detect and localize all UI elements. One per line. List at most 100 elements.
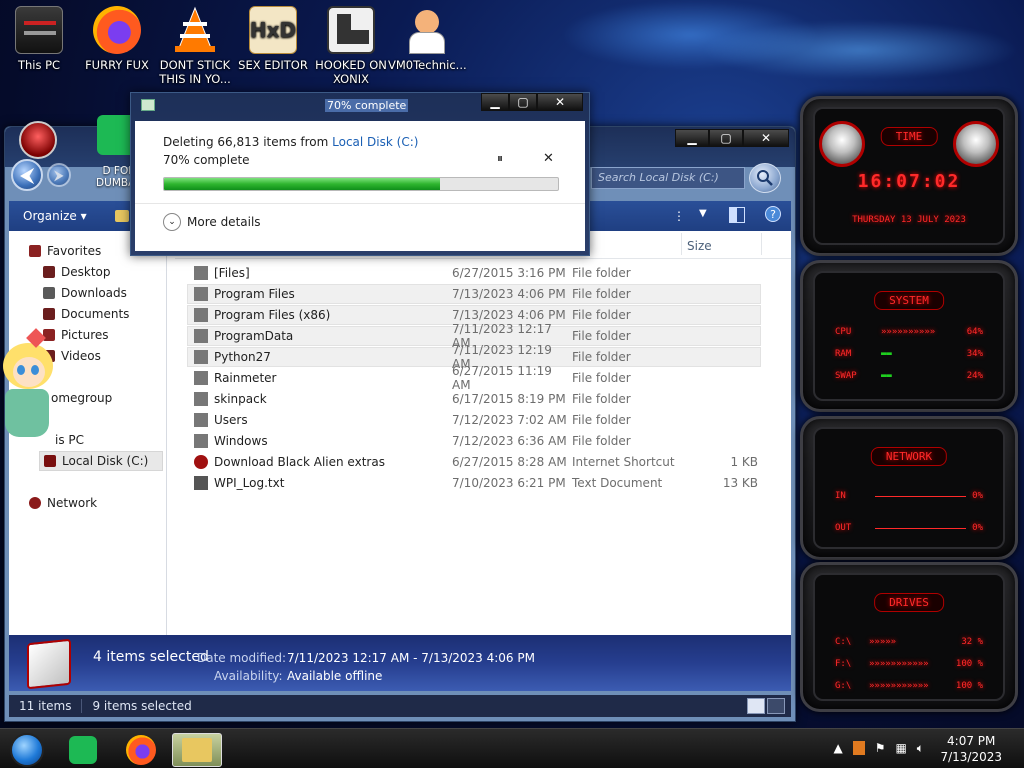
taskbar-spotify[interactable] [58,733,108,767]
desktop-icon-label: HOOKED ON XONIX [315,58,387,86]
drive-icon [44,455,56,467]
drives-gadget[interactable]: DRIVES C:\ »»»»» 32 % F:\ »»»»»»»»»»» 10… [800,562,1018,712]
cancel-button[interactable]: ✕ [543,151,554,166]
file-row[interactable]: [Files] 6/27/2015 3:16 PM File folder [187,263,761,283]
selected-status: 9 items selected [92,699,192,713]
nav-favorites[interactable]: Favorites [29,241,101,261]
time-panel: TIME 16:07:02 THURSDAY 13 JULY 2023 [813,107,1005,245]
status-bar: 11 items 9 items selected [9,695,791,717]
view-options-icon[interactable]: ⋮ [673,209,685,223]
back-button[interactable]: ⮜ [11,159,43,191]
date-modified-label: Date modified: [197,651,287,665]
start-button[interactable] [2,733,52,767]
desktop-icon-this-pc[interactable]: This PC [0,6,78,72]
taskbar-firefox[interactable] [116,733,166,767]
desktop-icon-vm0tech[interactable]: VM0Technic... [388,6,467,72]
maximize-button[interactable]: ▢ [709,129,743,147]
close-button[interactable]: ✕ [743,129,789,147]
folder-icon [194,434,208,448]
desktop-icon-hxd[interactable]: HxD SEX EDITOR [234,6,312,72]
nav-local-disk[interactable]: Local Disk (C:) [39,451,163,471]
folder-icon [182,738,212,762]
search-button[interactable] [749,163,781,193]
file-row[interactable]: WPI_Log.txt 7/10/2023 6:21 PM Text Documen… [187,473,761,493]
dialog-close-button[interactable]: ✕ [537,93,583,111]
dialog-minimize-button[interactable]: ▁ [481,93,509,111]
large-icons-view-button[interactable] [767,698,785,714]
view-dropdown-icon[interactable]: ▼ [699,208,707,219]
file-name: Rainmeter [214,371,277,385]
more-details-toggle[interactable]: ⌄ More details [163,213,261,231]
ram-bar: ▬▬ [881,349,892,359]
file-row[interactable]: Download Black Alien extras 6/27/2015 8:2… [187,452,761,472]
preview-pane-icon[interactable] [729,207,745,223]
drive-value: 32 % [961,637,983,647]
nav-downloads[interactable]: Downloads [43,283,127,303]
cpu-label: CPU [835,327,852,337]
file-type: File folder [572,329,631,343]
file-date: 6/27/2015 11:19 AM [452,364,552,392]
details-view-button[interactable] [747,698,765,714]
folder-icon [194,308,208,322]
minimize-button[interactable]: ▁ [675,129,709,147]
taskbar-clock[interactable]: 4:07 PM 7/13/2023 [940,733,1002,765]
network-gadget[interactable]: NETWORK IN 0% OUT 0% [800,416,1018,560]
file-row[interactable]: Program Files 7/13/2023 4:06 PM File folde… [187,284,761,304]
nav-network[interactable]: Network [29,493,97,513]
file-date: 7/10/2023 6:21 PM [452,476,566,490]
nav-label: Documents [61,307,130,321]
spotify-icon [69,736,97,764]
dialog-maximize-button[interactable]: ▢ [509,93,537,111]
file-date: 6/27/2015 3:16 PM [452,266,566,280]
destination-link[interactable]: Local Disk (C:) [332,135,418,149]
desktop-icon-label: This PC [17,58,61,72]
nav-documents[interactable]: Documents [43,304,129,324]
out-graph [875,523,967,529]
file-name: skinpack [214,392,267,406]
column-size-header[interactable]: Size [687,239,712,253]
desktop-icon-firefox[interactable]: FURRY FUX [78,6,156,72]
nav-label: Local Disk (C:) [62,454,149,468]
file-row[interactable]: skinpack 6/17/2015 8:19 PM File folder [187,389,761,409]
folder-toolbar-icon[interactable] [114,210,129,222]
time-gadget[interactable]: TIME 16:07:02 THURSDAY 13 JULY 2023 [800,96,1018,256]
pause-button[interactable]: ⏸ [497,151,503,166]
file-row[interactable]: Users 7/12/2023 7:02 AM File folder [187,410,761,430]
ram-row: RAM ▬▬ 34% [835,349,983,359]
file-date: 7/13/2023 4:06 PM [452,308,566,322]
gadget-clock: 16:07:02 [857,171,961,192]
forward-button[interactable]: ⮞ [47,163,71,187]
flag-icon[interactable]: ⚑ [875,741,886,756]
delete-progress-dialog[interactable]: 70% complete ▁ ▢ ✕ Deleting 66,813 items… [130,92,590,256]
system-gadget[interactable]: SYSTEM CPU »»»»»»»»»» 64% RAM ▬▬ 34% SWA… [800,260,1018,412]
desktop-icon-vlc[interactable]: DONT STICK THIS IN YO... [156,6,234,86]
network-title: NETWORK [870,447,948,466]
help-icon[interactable]: ? [765,206,781,222]
alien-desktop-icon[interactable] [19,121,57,159]
volume-icon[interactable]: 🔈︎ [917,741,924,756]
swap-bar: ▬▬ [881,371,892,381]
file-row[interactable]: Windows 7/12/2023 6:36 AM File folder [187,431,761,451]
network-panel: NETWORK IN 0% OUT 0% [813,427,1005,549]
drive-bar: »»»»»»»»»»» [869,659,929,669]
show-hidden-icons-button[interactable]: ▲ [833,741,842,756]
delete-heading-text: Deleting 66,813 items from [163,135,333,149]
file-row[interactable]: Rainmeter 6/27/2015 11:19 AM File folder [187,364,761,392]
availability-value: Available offline [287,669,383,683]
folder-icon [194,350,208,364]
desktop-icon-xonix[interactable]: HOOKED ON XONIX [312,6,390,86]
file-type: File folder [572,434,631,448]
taskbar-explorer[interactable] [172,733,222,767]
availability-label: Availability: [214,669,283,683]
drives-panel: DRIVES C:\ »»»»» 32 % F:\ »»»»»»»»»»» 10… [813,573,1005,701]
tray-app-icon[interactable] [852,741,865,755]
nav-desktop[interactable]: Desktop [43,262,111,282]
hxd-icon: HxD [249,6,297,54]
search-input[interactable]: Search Local Disk (C:) [591,167,745,189]
network-tray-icon[interactable]: ▦ [895,741,906,756]
organize-button[interactable]: Organize ▾ [23,209,87,223]
desktop-icon-label: SEX EDITOR [238,58,308,72]
swap-row: SWAP ▬▬ 24% [835,371,983,381]
file-name: Program Files (x86) [214,308,331,322]
folder-icon [194,266,208,280]
